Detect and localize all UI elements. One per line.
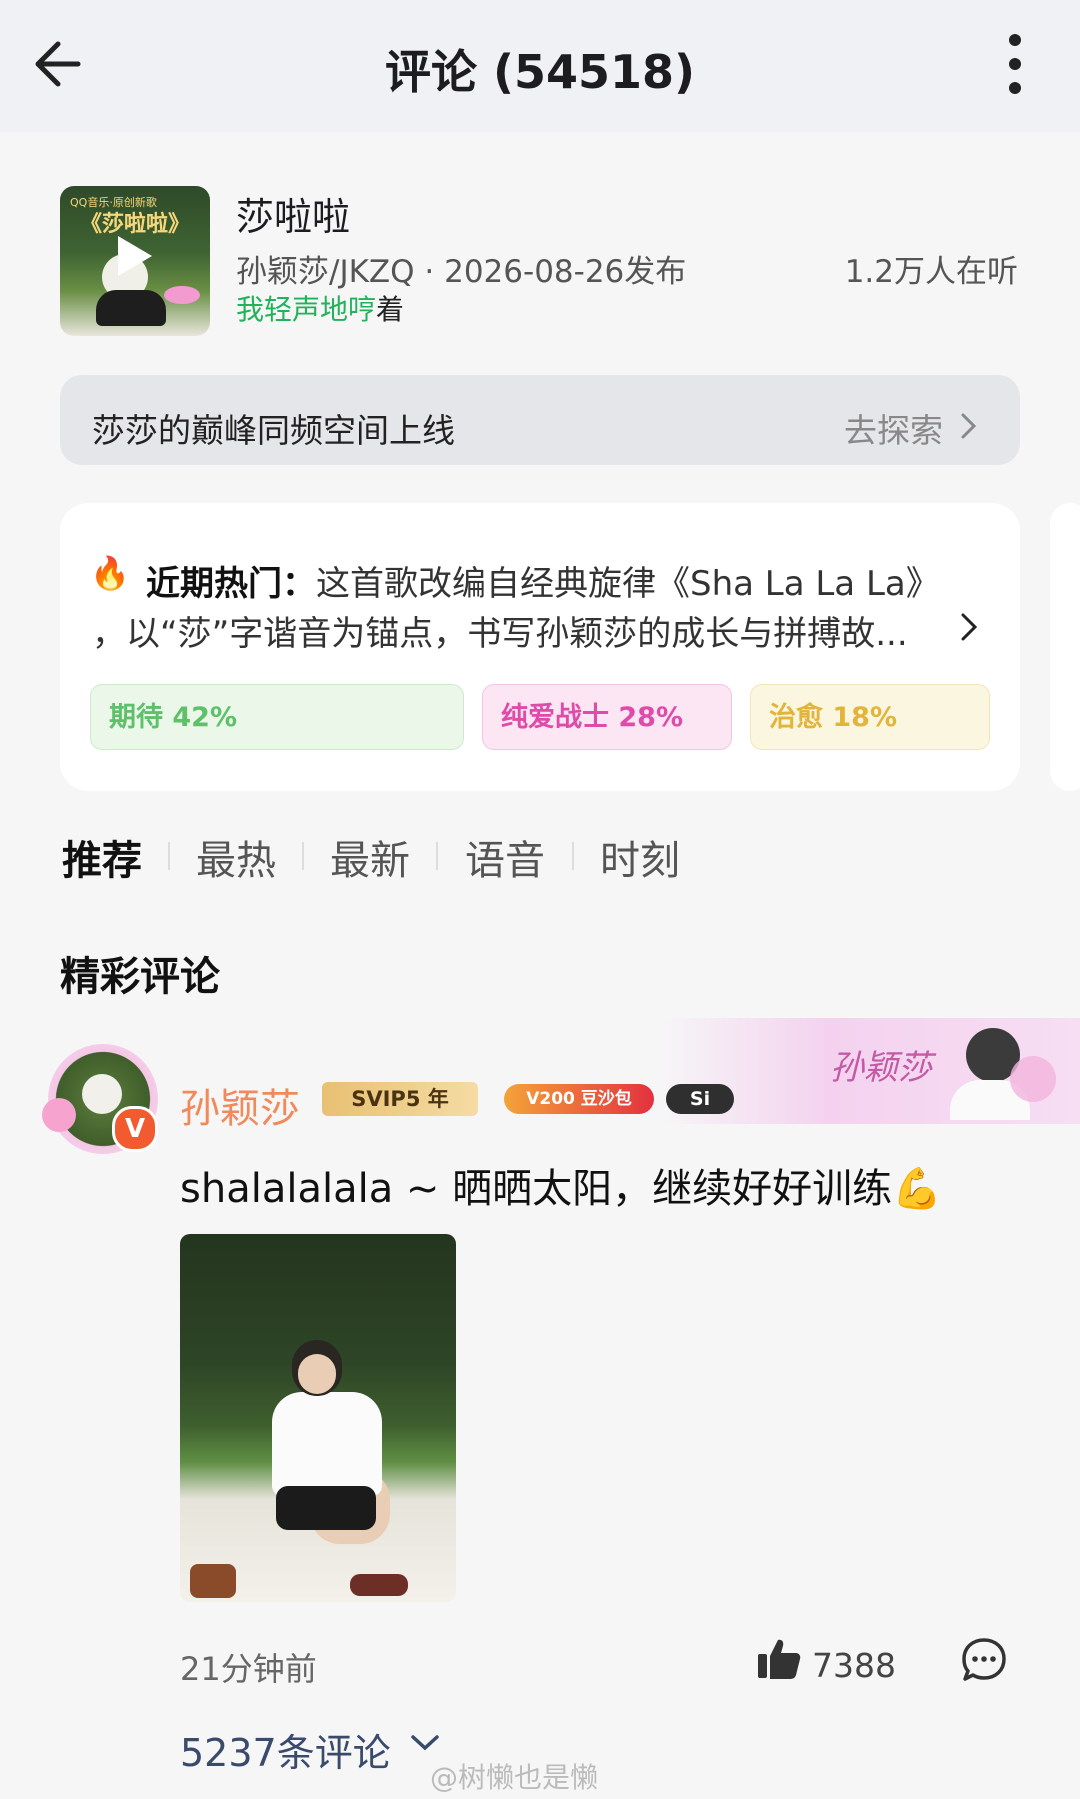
tab-recommended[interactable]: 推荐 xyxy=(62,828,142,886)
tab-hottest[interactable]: 最热 xyxy=(196,828,276,886)
username[interactable]: 孙颖莎 xyxy=(180,1076,300,1134)
song-meta: 孙颖莎/JKZQ · 2026-08-26发布 xyxy=(236,254,687,290)
lyric-line: 我轻声地哼着 xyxy=(236,293,405,326)
chevron-right-icon[interactable] xyxy=(960,612,978,642)
more-options-button[interactable] xyxy=(990,30,1040,100)
mood-tag-healing[interactable]: 治愈 18% xyxy=(750,684,990,750)
tab-moments[interactable]: 时刻 xyxy=(600,828,680,886)
flower-icon xyxy=(42,1098,76,1132)
page-title: 评论 (54518) xyxy=(384,45,696,99)
svip-badge[interactable]: SVIP5 年 xyxy=(322,1082,478,1116)
banner-signature: 孙颖莎 xyxy=(830,1048,932,1088)
fire-icon: 🔥 xyxy=(90,554,130,592)
watermark: @树懒也是懒 xyxy=(430,1761,599,1794)
hot-summary-line2: ，以“莎”字谐音为锚点，书写孙颖莎的成长与拼搏故... xyxy=(92,614,908,654)
tab-newest[interactable]: 最新 xyxy=(330,828,410,886)
comment-photo[interactable] xyxy=(180,1234,456,1602)
play-icon[interactable] xyxy=(118,236,152,276)
comment-time: 21分钟前 xyxy=(180,1650,317,1688)
chevron-right-icon xyxy=(961,413,977,439)
song-title[interactable]: 莎啦啦 xyxy=(236,186,350,241)
section-title: 精彩评论 xyxy=(60,954,220,1000)
verified-badge-icon: V xyxy=(112,1106,158,1152)
mood-tag-pure-love[interactable]: 纯爱战士 28% xyxy=(482,684,732,750)
next-card-peek[interactable] xyxy=(1050,503,1080,791)
album-cover[interactable]: QQ音乐·原创新歌 《莎啦啦》 xyxy=(60,186,210,336)
level-badge[interactable]: V200 豆沙包 xyxy=(504,1084,654,1114)
flower-icon xyxy=(1010,1056,1056,1102)
chevron-down-icon[interactable] xyxy=(410,1734,440,1752)
like-count: 7388 xyxy=(812,1646,896,1685)
si-badge[interactable]: Si xyxy=(666,1084,734,1114)
cover-title: 《莎啦啦》 xyxy=(79,212,190,237)
more-vertical-icon xyxy=(1009,34,1021,46)
promo-text: 莎莎的巅峰同频空间上线 xyxy=(92,411,455,450)
mood-tag-expect[interactable]: 期待 42% xyxy=(90,684,464,750)
hot-summary-line1: 近期热门：这首歌改编自经典旋律《Sha La La La》 xyxy=(146,564,940,604)
comment-bubble-icon[interactable] xyxy=(960,1636,1008,1684)
thumbs-up-icon[interactable] xyxy=(756,1636,802,1682)
listener-count: 1.2万人在听 xyxy=(844,254,1018,290)
comment-text: shalalalala ~ 晒晒太阳，继续好好训练💪 xyxy=(180,1166,942,1212)
view-replies-link[interactable]: 5237条评论 xyxy=(180,1722,391,1777)
explore-link[interactable]: 去探索 xyxy=(844,404,943,452)
tab-voice[interactable]: 语音 xyxy=(465,828,545,886)
